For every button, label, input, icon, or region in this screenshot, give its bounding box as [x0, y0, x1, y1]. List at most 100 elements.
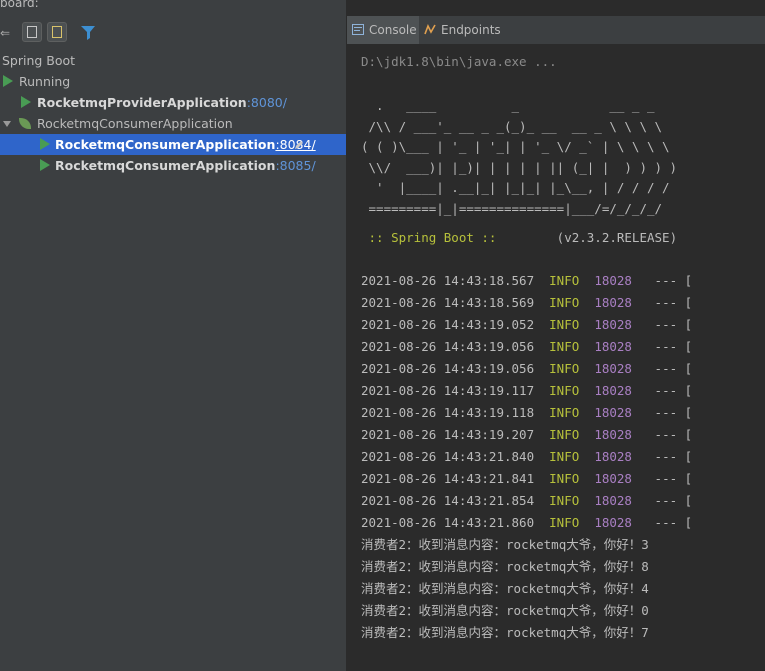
consumer-group-label: RocketmqConsumerApplication — [37, 116, 233, 131]
run-icon — [40, 138, 50, 150]
log-pid: 18028 — [594, 273, 632, 288]
tree-root-spring-boot[interactable]: Spring Boot — [0, 50, 346, 71]
filter-icon[interactable] — [80, 25, 98, 41]
tree-root-label: Spring Boot — [2, 53, 76, 68]
run-icon — [3, 75, 13, 87]
log-line: 2021-08-26 14:43:18.569 INFO 18028 --- [ — [361, 292, 692, 314]
log-timestamp: 2021-08-26 14:43:19.052 — [361, 317, 535, 332]
provider-port-link[interactable]: :8080/ — [247, 95, 287, 110]
log-timestamp: 2021-08-26 14:43:19.118 — [361, 405, 535, 420]
log-pid: 18028 — [594, 405, 632, 420]
group-icon — [27, 26, 37, 38]
tree-item-consumer-8084[interactable]: RocketmqConsumerApplication:8084/ — [0, 134, 346, 155]
log-pid: 18028 — [594, 383, 632, 398]
log-separator: --- [ — [647, 339, 693, 354]
log-level: INFO — [549, 449, 580, 464]
group-by-config-button[interactable] — [47, 22, 67, 42]
log-timestamp: 2021-08-26 14:43:21.840 — [361, 449, 535, 464]
services-toolbar: ⇐ — [0, 20, 346, 46]
tree-group-consumer[interactable]: RocketmqConsumerApplication — [0, 113, 346, 134]
banner-line: ' |____| .__|_| |_|_| |_\__, | / / / / — [361, 180, 670, 195]
log-separator: --- [ — [647, 449, 693, 464]
log-level: INFO — [549, 295, 580, 310]
log-timestamp: 2021-08-26 14:43:18.569 — [361, 295, 535, 310]
services-panel: board: ⇐ Spring Boot Running RocketmqPro… — [0, 0, 347, 671]
log-pid: 18028 — [594, 515, 632, 530]
log-separator: --- [ — [647, 405, 693, 420]
services-tree: Spring Boot Running RocketmqProviderAppl… — [0, 50, 346, 176]
log-line: 2021-08-26 14:43:19.117 INFO 18028 --- [ — [361, 380, 692, 402]
log-separator: --- [ — [647, 273, 693, 288]
banner-line: /\\ / ___'_ __ _ _(_)_ __ __ _ \ \ \ \ — [361, 119, 663, 134]
log-line: 2021-08-26 14:43:21.860 INFO 18028 --- [ — [361, 512, 692, 534]
message-line: 消费者2：收到消息内容：rocketmq大爷，你好！8 — [361, 559, 649, 574]
collapse-icon[interactable]: ⇐ — [0, 26, 10, 40]
tree-item-provider[interactable]: RocketmqProviderApplication:8080/ — [0, 92, 346, 113]
log-line: 2021-08-26 14:43:21.841 INFO 18028 --- [ — [361, 468, 692, 490]
tree-item-consumer-8085[interactable]: RocketmqConsumerApplication:8085/ — [0, 155, 346, 176]
banner-line: . ____ _ __ _ _ — [361, 98, 655, 113]
banner-line: =========|_|==============|___/=/_/_/_/ — [361, 201, 663, 216]
spring-boot-version-line: :: Spring Boot :: (v2.3.2.RELEASE) — [361, 230, 678, 245]
log-level: INFO — [549, 317, 580, 332]
log-level: INFO — [549, 471, 580, 486]
log-timestamp: 2021-08-26 14:43:18.567 — [361, 273, 535, 288]
tab-bar: Console Endpoints — [347, 16, 765, 45]
log-level: INFO — [549, 273, 580, 288]
panel-title: board: — [0, 0, 39, 10]
log-separator: --- [ — [647, 427, 693, 442]
consumer-app-label: RocketmqConsumerApplication — [55, 158, 276, 173]
log-separator: --- [ — [647, 295, 693, 310]
banner-line: ( ( )\___ | '_ | '_| | '_ \/ _` | \ \ \ … — [361, 139, 670, 154]
log-level: INFO — [549, 383, 580, 398]
log-pid: 18028 — [594, 295, 632, 310]
message-line: 消费者2：收到消息内容：rocketmq大爷，你好！7 — [361, 625, 649, 640]
log-level: INFO — [549, 427, 580, 442]
edit-icon[interactable] — [293, 139, 305, 151]
group-by-type-button[interactable] — [22, 22, 42, 42]
log-separator: --- [ — [647, 515, 693, 530]
log-pid: 18028 — [594, 361, 632, 376]
tab-endpoints[interactable]: Endpoints — [419, 16, 509, 44]
consumer-port-link[interactable]: :8085/ — [275, 158, 315, 173]
console-panel: Console Endpoints D:\jdk1.8\bin\java.exe… — [347, 0, 765, 671]
log-line: 2021-08-26 14:43:21.840 INFO 18028 --- [ — [361, 446, 692, 468]
log-separator: --- [ — [647, 471, 693, 486]
log-line: 2021-08-26 14:43:19.056 INFO 18028 --- [ — [361, 358, 692, 380]
log-level: INFO — [549, 339, 580, 354]
tab-console[interactable]: Console — [347, 16, 419, 44]
log-level: INFO — [549, 515, 580, 530]
provider-app-label: RocketmqProviderApplication — [37, 95, 247, 110]
log-level: INFO — [549, 405, 580, 420]
log-timestamp: 2021-08-26 14:43:19.056 — [361, 361, 535, 376]
banner-line: \\/ ___)| |_)| | | | | || (_| | ) ) ) ) — [361, 160, 678, 175]
log-pid: 18028 — [594, 339, 632, 354]
endpoints-icon — [424, 24, 436, 35]
log-pid: 18028 — [594, 427, 632, 442]
tree-group-running[interactable]: Running — [0, 71, 346, 92]
console-icon — [352, 24, 364, 35]
consumer-app-label: RocketmqConsumerApplication — [55, 137, 276, 152]
spring-boot-label: :: Spring Boot :: — [361, 230, 504, 245]
log-timestamp: 2021-08-26 14:43:21.841 — [361, 471, 535, 486]
log-timestamp: 2021-08-26 14:43:19.207 — [361, 427, 535, 442]
log-level: INFO — [549, 493, 580, 508]
log-line: 2021-08-26 14:43:19.052 INFO 18028 --- [ — [361, 314, 692, 336]
tab-endpoints-label: Endpoints — [441, 23, 501, 37]
log-timestamp: 2021-08-26 14:43:19.056 — [361, 339, 535, 354]
log-line: 2021-08-26 14:43:18.567 INFO 18028 --- [ — [361, 270, 692, 292]
tab-console-label: Console — [369, 23, 417, 37]
command-line: D:\jdk1.8\bin\java.exe ... — [361, 54, 557, 69]
log-pid: 18028 — [594, 317, 632, 332]
log-pid: 18028 — [594, 471, 632, 486]
run-icon — [40, 159, 50, 171]
log-separator: --- [ — [647, 383, 693, 398]
log-timestamp: 2021-08-26 14:43:21.854 — [361, 493, 535, 508]
log-level: INFO — [549, 361, 580, 376]
chevron-down-icon[interactable] — [3, 121, 11, 127]
message-line: 消费者2：收到消息内容：rocketmq大爷，你好！4 — [361, 581, 649, 596]
log-pid: 18028 — [594, 449, 632, 464]
spring-leaf-icon — [19, 118, 31, 129]
log-pid: 18028 — [594, 493, 632, 508]
log-separator: --- [ — [647, 493, 693, 508]
